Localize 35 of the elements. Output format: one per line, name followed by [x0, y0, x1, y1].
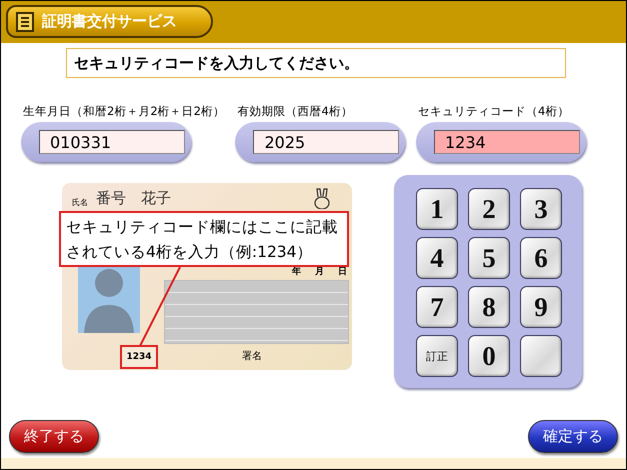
input-field[interactable]: 1234 — [416, 122, 586, 162]
field-label: セキュリティコード（4桁） — [416, 104, 570, 119]
digit-key[interactable]: 3 — [520, 188, 562, 230]
callout-text: セキュリティコード欄にはここに記載 されている4桁を入力（例:1234） — [59, 211, 349, 267]
input-field[interactable]: 010331 — [21, 122, 191, 162]
document-icon — [16, 12, 34, 32]
correct-key[interactable]: 訂正 — [416, 335, 458, 377]
digit-key[interactable]: 4 — [416, 237, 458, 279]
digit-key[interactable]: 9 — [520, 286, 562, 328]
digit-key[interactable]: 0 — [468, 335, 510, 377]
input-field[interactable]: 2025 — [235, 122, 406, 162]
cardholder-name: 番号 花子 — [96, 189, 171, 208]
field-value: 010331 — [39, 130, 185, 154]
rabbit-icon — [312, 187, 332, 209]
digit-key[interactable]: 7 — [416, 286, 458, 328]
blank-key[interactable] — [520, 335, 562, 377]
security-code: 1234 — [120, 345, 158, 369]
field-value: 1234 — [434, 130, 580, 154]
name-label: 氏名 — [72, 197, 88, 208]
field-label: 有効期限（西暦4桁） — [236, 104, 354, 119]
digit-key[interactable]: 2 — [468, 188, 510, 230]
digit-key[interactable]: 5 — [468, 237, 510, 279]
digit-key[interactable]: 8 — [468, 286, 510, 328]
instruction-message: セキュリティコードを入力してください。 — [66, 48, 566, 78]
digit-key[interactable]: 1 — [416, 188, 458, 230]
date-unit: 日 — [338, 266, 347, 278]
field-value: 2025 — [253, 130, 400, 154]
date-unit: 年 — [292, 266, 301, 278]
signature-label: 署名 — [242, 350, 262, 363]
date-unit: 月 — [315, 266, 324, 278]
digit-key[interactable]: 6 — [520, 237, 562, 279]
field-label: 生年月日（和暦2桁＋月2桁＋日2桁） — [22, 104, 225, 119]
confirm-button[interactable]: 確定する — [528, 420, 618, 453]
exit-button[interactable]: 終了する — [9, 420, 99, 453]
service-title: 証明書交付サービス — [42, 12, 177, 31]
